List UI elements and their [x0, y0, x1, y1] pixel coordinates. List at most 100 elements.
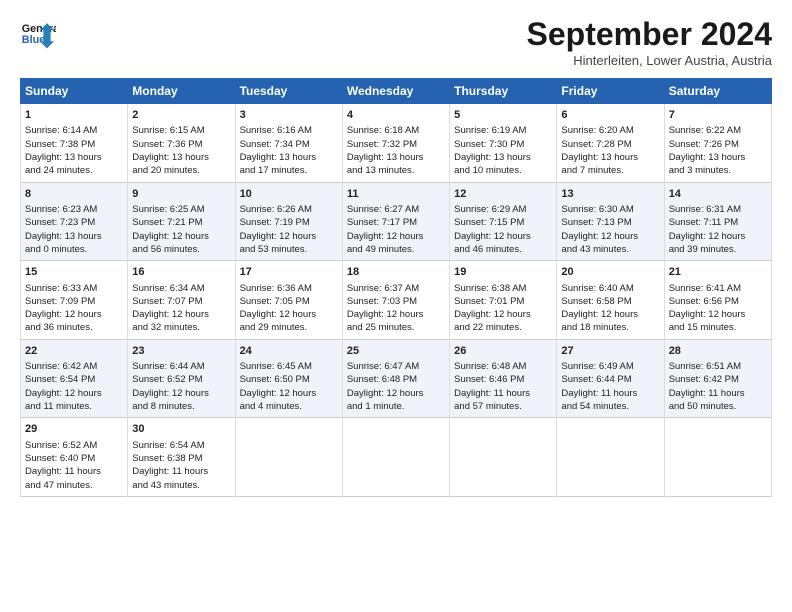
day-info: Daylight: 12 hours [240, 308, 338, 321]
day-info: and 49 minutes. [347, 243, 445, 256]
day-info: Sunset: 6:58 PM [561, 295, 659, 308]
day-number: 25 [347, 344, 445, 359]
day-info: and 50 minutes. [669, 400, 767, 413]
day-info: Sunset: 7:32 PM [347, 138, 445, 151]
day-info: Sunset: 7:23 PM [25, 216, 123, 229]
table-row: 18Sunrise: 6:37 AMSunset: 7:03 PMDayligh… [342, 261, 449, 340]
day-info: and 25 minutes. [347, 321, 445, 334]
day-info: and 4 minutes. [240, 400, 338, 413]
day-info: and 7 minutes. [561, 164, 659, 177]
table-row: 12Sunrise: 6:29 AMSunset: 7:15 PMDayligh… [450, 182, 557, 261]
calendar-table: Sunday Monday Tuesday Wednesday Thursday… [20, 78, 772, 497]
day-info: Sunrise: 6:44 AM [132, 360, 230, 373]
day-number: 3 [240, 108, 338, 123]
table-row: 25Sunrise: 6:47 AMSunset: 6:48 PMDayligh… [342, 339, 449, 418]
day-info: Sunrise: 6:27 AM [347, 203, 445, 216]
day-info: Daylight: 11 hours [561, 387, 659, 400]
day-info: and 43 minutes. [132, 479, 230, 492]
day-info: Sunrise: 6:18 AM [347, 124, 445, 137]
day-number: 19 [454, 265, 552, 280]
day-number: 6 [561, 108, 659, 123]
day-info: Sunrise: 6:34 AM [132, 282, 230, 295]
day-info: Daylight: 13 hours [561, 151, 659, 164]
day-info: Sunrise: 6:41 AM [669, 282, 767, 295]
col-wednesday: Wednesday [342, 79, 449, 104]
day-info: and 1 minute. [347, 400, 445, 413]
day-info: Sunset: 7:11 PM [669, 216, 767, 229]
day-number: 8 [25, 187, 123, 202]
col-thursday: Thursday [450, 79, 557, 104]
day-info: Sunrise: 6:30 AM [561, 203, 659, 216]
day-info: Daylight: 12 hours [132, 308, 230, 321]
day-info: Sunset: 7:21 PM [132, 216, 230, 229]
day-info: Sunset: 7:34 PM [240, 138, 338, 151]
day-info: Sunrise: 6:31 AM [669, 203, 767, 216]
day-info: Sunset: 7:09 PM [25, 295, 123, 308]
day-info: Sunrise: 6:16 AM [240, 124, 338, 137]
day-info: Sunrise: 6:14 AM [25, 124, 123, 137]
day-info: Sunset: 6:38 PM [132, 452, 230, 465]
table-row: 1Sunrise: 6:14 AMSunset: 7:38 PMDaylight… [21, 104, 128, 183]
calendar-header-row: Sunday Monday Tuesday Wednesday Thursday… [21, 79, 772, 104]
day-info: Daylight: 13 hours [240, 151, 338, 164]
table-row: 13Sunrise: 6:30 AMSunset: 7:13 PMDayligh… [557, 182, 664, 261]
table-row: 21Sunrise: 6:41 AMSunset: 6:56 PMDayligh… [664, 261, 771, 340]
day-info: Sunrise: 6:29 AM [454, 203, 552, 216]
day-info: Daylight: 12 hours [454, 308, 552, 321]
day-info: and 39 minutes. [669, 243, 767, 256]
day-info: Sunrise: 6:47 AM [347, 360, 445, 373]
day-info: Sunset: 7:05 PM [240, 295, 338, 308]
day-number: 13 [561, 187, 659, 202]
day-info: Sunrise: 6:48 AM [454, 360, 552, 373]
day-info: and 0 minutes. [25, 243, 123, 256]
day-info: Sunset: 6:56 PM [669, 295, 767, 308]
day-info: Sunrise: 6:20 AM [561, 124, 659, 137]
day-info: and 36 minutes. [25, 321, 123, 334]
day-info: Daylight: 12 hours [347, 387, 445, 400]
day-info: and 32 minutes. [132, 321, 230, 334]
col-saturday: Saturday [664, 79, 771, 104]
day-number: 24 [240, 344, 338, 359]
day-number: 27 [561, 344, 659, 359]
day-info: and 8 minutes. [132, 400, 230, 413]
day-info: Sunrise: 6:52 AM [25, 439, 123, 452]
day-info: and 54 minutes. [561, 400, 659, 413]
day-info: Sunset: 7:15 PM [454, 216, 552, 229]
day-number: 22 [25, 344, 123, 359]
day-info: Sunset: 6:42 PM [669, 373, 767, 386]
day-info: Daylight: 13 hours [25, 230, 123, 243]
day-info: and 13 minutes. [347, 164, 445, 177]
day-info: Sunset: 6:48 PM [347, 373, 445, 386]
table-row: 19Sunrise: 6:38 AMSunset: 7:01 PMDayligh… [450, 261, 557, 340]
day-number: 2 [132, 108, 230, 123]
day-info: Sunset: 7:03 PM [347, 295, 445, 308]
table-row: 23Sunrise: 6:44 AMSunset: 6:52 PMDayligh… [128, 339, 235, 418]
table-row: 28Sunrise: 6:51 AMSunset: 6:42 PMDayligh… [664, 339, 771, 418]
table-row [664, 418, 771, 497]
day-info: Daylight: 12 hours [240, 387, 338, 400]
day-info: Sunrise: 6:51 AM [669, 360, 767, 373]
day-info: Sunset: 7:19 PM [240, 216, 338, 229]
day-info: Daylight: 12 hours [347, 308, 445, 321]
day-info: Daylight: 11 hours [669, 387, 767, 400]
day-info: Sunset: 7:38 PM [25, 138, 123, 151]
day-info: and 10 minutes. [454, 164, 552, 177]
day-info: Sunrise: 6:23 AM [25, 203, 123, 216]
table-row: 22Sunrise: 6:42 AMSunset: 6:54 PMDayligh… [21, 339, 128, 418]
day-info: and 56 minutes. [132, 243, 230, 256]
day-info: Daylight: 11 hours [25, 465, 123, 478]
day-info: Sunset: 6:50 PM [240, 373, 338, 386]
day-info: Daylight: 12 hours [454, 230, 552, 243]
day-info: and 24 minutes. [25, 164, 123, 177]
day-number: 28 [669, 344, 767, 359]
day-info: Sunrise: 6:37 AM [347, 282, 445, 295]
day-info: Daylight: 13 hours [25, 151, 123, 164]
day-number: 9 [132, 187, 230, 202]
day-info: Sunset: 7:07 PM [132, 295, 230, 308]
day-number: 10 [240, 187, 338, 202]
table-row: 26Sunrise: 6:48 AMSunset: 6:46 PMDayligh… [450, 339, 557, 418]
day-info: Daylight: 12 hours [25, 387, 123, 400]
table-row: 14Sunrise: 6:31 AMSunset: 7:11 PMDayligh… [664, 182, 771, 261]
day-number: 23 [132, 344, 230, 359]
table-row: 5Sunrise: 6:19 AMSunset: 7:30 PMDaylight… [450, 104, 557, 183]
